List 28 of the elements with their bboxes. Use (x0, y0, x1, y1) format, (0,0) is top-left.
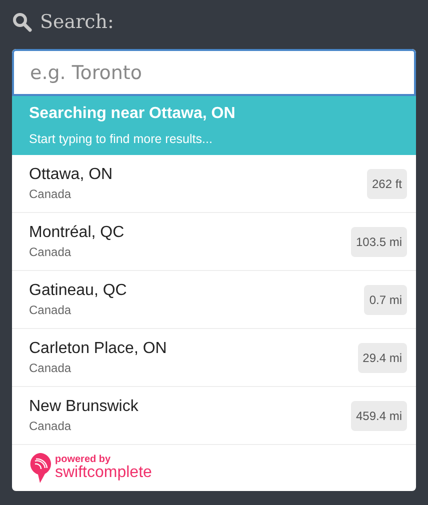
search-field[interactable]: e.g. Toronto (12, 49, 416, 96)
result-item[interactable]: New Brunswick Canada 459.4 mi (12, 387, 416, 445)
distance-badge: 103.5 mi (350, 226, 407, 256)
banner-hint: Start typing to find more results... (29, 132, 214, 146)
place-name: Montréal, QC (29, 224, 124, 242)
search-icon (12, 12, 32, 32)
place-name: Gatineau, QC (29, 282, 127, 300)
brand-name: swiftcomplete (55, 465, 152, 481)
country-name: Canada (29, 187, 72, 201)
country-name: Canada (29, 361, 72, 375)
country-name: Canada (29, 245, 72, 259)
place-name: New Brunswick (29, 398, 138, 416)
result-item[interactable]: Carleton Place, ON Canada 29.4 mi (12, 329, 416, 387)
distance-badge: 459.4 mi (350, 400, 407, 430)
search-label: Search: (40, 11, 114, 33)
distance-badge: 29.4 mi (358, 342, 407, 372)
result-item[interactable]: Montréal, QC Canada 103.5 mi (12, 213, 416, 271)
powered-by-text: powered by (55, 455, 111, 465)
result-item[interactable]: Gatineau, QC Canada 0.7 mi (12, 271, 416, 329)
place-name: Ottawa, ON (29, 166, 113, 184)
place-name: Carleton Place, ON (29, 340, 167, 358)
distance-badge: 0.7 mi (364, 284, 407, 314)
country-name: Canada (29, 419, 72, 433)
country-name: Canada (29, 303, 72, 317)
distance-badge: 262 ft (366, 168, 407, 198)
logo-icon (28, 452, 52, 484)
banner-title: Searching near Ottawa, ON (29, 105, 236, 123)
result-item[interactable]: Ottawa, ON Canada 262 ft (12, 155, 416, 213)
